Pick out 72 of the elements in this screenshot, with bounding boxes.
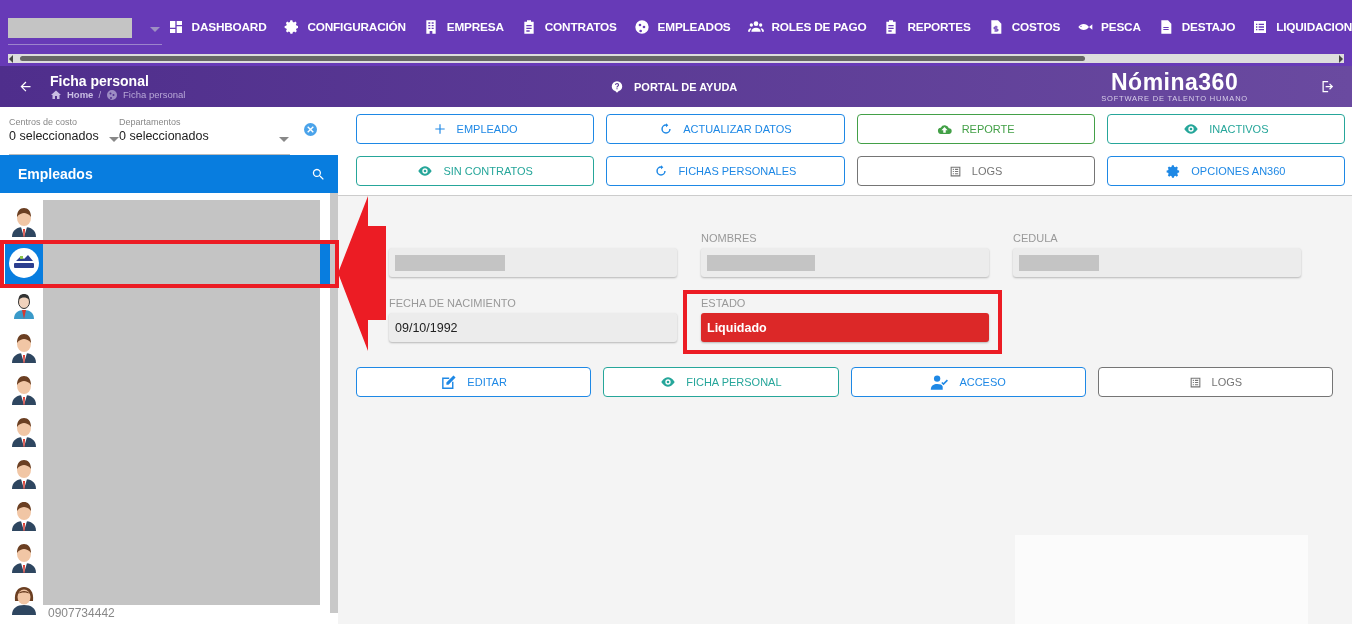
nav-item[interactable]: DESTAJO [1157, 19, 1236, 35]
action-button[interactable]: EDITAR [356, 367, 592, 397]
man-avatar-icon [10, 205, 38, 237]
field-label: NOMBRES [701, 232, 758, 246]
employee-row[interactable] [5, 242, 333, 284]
toolbar-button[interactable]: OPCIONES AN360 [1106, 156, 1345, 186]
edit-icon [440, 373, 458, 391]
toolbar-button[interactable]: FICHAS PERSONALES [606, 156, 845, 186]
man-avatar-icon [10, 373, 38, 405]
help-icon [610, 79, 624, 94]
nav-item[interactable]: PESCA [1077, 19, 1141, 35]
eye-icon [417, 163, 434, 179]
logout-button[interactable] [1320, 79, 1335, 94]
gear-icon [1166, 163, 1182, 179]
nav-item[interactable]: CONFIGURACIÓN [283, 19, 406, 35]
eye-icon [1183, 121, 1200, 137]
list-icon [1188, 375, 1202, 389]
man-avatar-icon [10, 541, 38, 573]
dashboard-icon [167, 19, 184, 35]
nav-item[interactable]: DASHBOARD [167, 19, 267, 35]
toolbar-button[interactable]: EMPLEADO [356, 114, 595, 144]
page-title: Ficha personal [50, 72, 150, 89]
input-field[interactable] [389, 248, 677, 277]
company-logo-icon [8, 247, 40, 279]
filter-select[interactable]: Departamentos 0 seleccionados [119, 117, 289, 154]
man-avatar-icon [10, 415, 38, 447]
user-check-icon [930, 372, 950, 392]
refresh-icon [654, 164, 669, 178]
nav-item[interactable]: ROLES DE PAGO [747, 19, 867, 35]
nav-item[interactable]: LIQUIDACION [1252, 19, 1352, 35]
plus-icon [432, 122, 447, 136]
field-label: CEDULA [1013, 232, 1059, 246]
nav-item[interactable]: CONTRATOS [520, 19, 617, 35]
gear-icon [283, 19, 300, 35]
filter-select[interactable]: Centros de costo 0 seleccionados [9, 117, 119, 154]
clear-icon[interactable] [304, 123, 317, 136]
globe-icon [633, 19, 650, 35]
toolbar-button[interactable]: LOGS [856, 156, 1095, 186]
action-button[interactable]: LOGS [1097, 367, 1333, 397]
people-icon [747, 19, 764, 35]
toolbar-button[interactable]: ACTUALIZAR DATOS [606, 114, 845, 144]
list-icon [1252, 19, 1269, 35]
action-button[interactable]: ACCESO [850, 367, 1086, 397]
breadcrumb-separator: / [98, 89, 102, 100]
search-button[interactable] [311, 166, 326, 182]
man-avatar-icon [10, 499, 38, 531]
list-icon [948, 164, 962, 178]
employees-title: Empleados [18, 166, 93, 182]
nav-item[interactable]: COSTOS [987, 19, 1061, 35]
refresh-icon [659, 122, 674, 136]
eye-icon [660, 374, 677, 390]
nav-item[interactable]: EMPLEADOS [633, 19, 731, 35]
field-label: ESTADO [701, 297, 747, 311]
man-avatar-icon [10, 457, 38, 489]
breadcrumb-link[interactable]: Home [67, 89, 94, 100]
globe-icon [106, 88, 119, 101]
field-label: FECHA DE NACIMIENTO [389, 297, 517, 311]
breadcrumb-current: Ficha personal [123, 89, 186, 100]
vertical-scrollbar[interactable] [330, 193, 338, 613]
input-field[interactable] [1013, 248, 1301, 277]
help-portal-link[interactable]: PORTAL DE AYUDA [610, 79, 738, 94]
input-field[interactable] [701, 248, 989, 277]
home-icon [50, 88, 62, 101]
logout-icon [1320, 79, 1335, 94]
input-field[interactable]: 09/10/1992 [389, 313, 677, 342]
nav-item[interactable]: EMPRESA [422, 19, 504, 35]
nav-item[interactable]: REPORTES [883, 19, 971, 35]
search-icon [311, 166, 326, 182]
logo-text: Nómina360 [1111, 70, 1239, 94]
status-field[interactable]: Liquidado [701, 313, 989, 342]
horizontal-scrollbar[interactable] [8, 54, 1344, 63]
man-avatar-icon [10, 331, 38, 363]
